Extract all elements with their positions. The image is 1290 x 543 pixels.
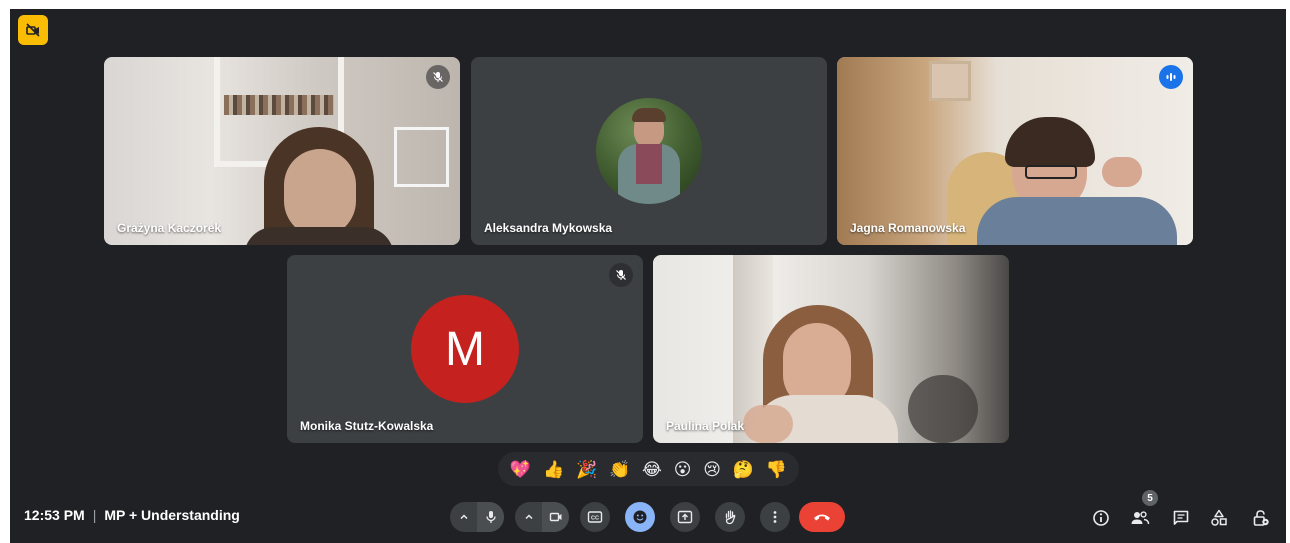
- participant-video: [837, 57, 1193, 245]
- reactions-bar: 💖 👍 🎉 👏 😂 😮 😢 🤔 👎: [498, 452, 799, 486]
- more-vert-icon: [773, 511, 777, 523]
- participant-name: Jagna Romanowska: [850, 221, 966, 235]
- reaction-clapping[interactable]: 👏: [609, 461, 630, 478]
- mic-off-icon: [609, 263, 633, 287]
- mic-control: [450, 502, 504, 532]
- reaction-crying[interactable]: 😢: [703, 461, 721, 478]
- captions-button[interactable]: CC: [580, 502, 610, 532]
- meeting-separator: |: [92, 507, 97, 523]
- reaction-thinking[interactable]: 🤔: [733, 461, 754, 478]
- host-controls-button[interactable]: [1248, 505, 1274, 531]
- emoji-button[interactable]: [625, 502, 655, 532]
- chat-icon: [1173, 510, 1189, 525]
- raise-hand-button[interactable]: [715, 502, 745, 532]
- call-end-icon: [814, 514, 830, 521]
- participant-tile-4[interactable]: M Monika Stutz-Kowalska: [287, 255, 643, 443]
- activities-button[interactable]: [1206, 505, 1232, 531]
- participant-tile-3[interactable]: Jagna Romanowska: [837, 57, 1193, 245]
- present-screen-icon: [677, 510, 693, 524]
- reaction-party-popper[interactable]: 🎉: [576, 461, 597, 478]
- chat-button[interactable]: [1168, 505, 1194, 531]
- mic-button[interactable]: [477, 502, 504, 532]
- camera-off-icon[interactable]: [18, 15, 48, 45]
- people-button[interactable]: [1127, 505, 1153, 531]
- participant-video: [653, 255, 1009, 443]
- camera-control: [515, 502, 569, 532]
- raise-hand-icon: [725, 510, 736, 525]
- present-button[interactable]: [670, 502, 700, 532]
- camera-options-chevron-up-icon[interactable]: [515, 502, 542, 532]
- camera-button[interactable]: [542, 502, 569, 532]
- mic-options-chevron-up-icon[interactable]: [450, 502, 477, 532]
- speaking-indicator-icon: [1159, 65, 1183, 89]
- meeting-info: 12:53 PM | MP + Understanding: [24, 507, 240, 523]
- more-options-button[interactable]: [760, 502, 790, 532]
- participant-name: Monika Stutz-Kowalska: [300, 419, 434, 433]
- participant-tile-2[interactable]: Aleksandra Mykowska: [471, 57, 827, 245]
- host-controls-icon: [1253, 510, 1269, 526]
- videocam-icon: [549, 512, 561, 522]
- leave-call-button[interactable]: [799, 502, 845, 532]
- participant-avatar: M: [411, 295, 519, 403]
- participant-tile-5[interactable]: Paulina Polak: [653, 255, 1009, 443]
- meeting-details-button[interactable]: [1088, 505, 1114, 531]
- meeting-title: MP + Understanding: [104, 507, 240, 523]
- participant-count-badge: 5: [1142, 490, 1158, 506]
- reaction-thumbs-up[interactable]: 👍: [543, 461, 564, 478]
- reaction-thumbs-down[interactable]: 👎: [766, 461, 787, 478]
- participant-tile-1[interactable]: Grażyna Kaczorek: [104, 57, 460, 245]
- captions-icon: CC: [587, 511, 603, 523]
- people-icon: [1131, 511, 1150, 525]
- reaction-surprised[interactable]: 😮: [674, 461, 692, 478]
- reaction-sparkling-heart[interactable]: 💖: [510, 461, 531, 478]
- svg-text:CC: CC: [591, 516, 599, 522]
- mic-icon: [485, 511, 496, 523]
- participant-avatar: [596, 98, 702, 204]
- activities-icon: [1211, 509, 1227, 526]
- participant-name: Paulina Polak: [666, 419, 745, 433]
- participant-name: Aleksandra Mykowska: [484, 221, 613, 235]
- meeting-time: 12:53 PM: [24, 507, 85, 523]
- info-icon: [1093, 510, 1109, 526]
- reaction-laughing[interactable]: 😂: [642, 461, 662, 478]
- participant-name: Grażyna Kaczorek: [117, 221, 222, 235]
- mic-off-icon: [426, 65, 450, 89]
- emoji-icon: [633, 510, 647, 524]
- participant-video: [104, 57, 460, 245]
- meet-stage: Grażyna Kaczorek Aleksandra Mykowska Jag…: [10, 9, 1286, 543]
